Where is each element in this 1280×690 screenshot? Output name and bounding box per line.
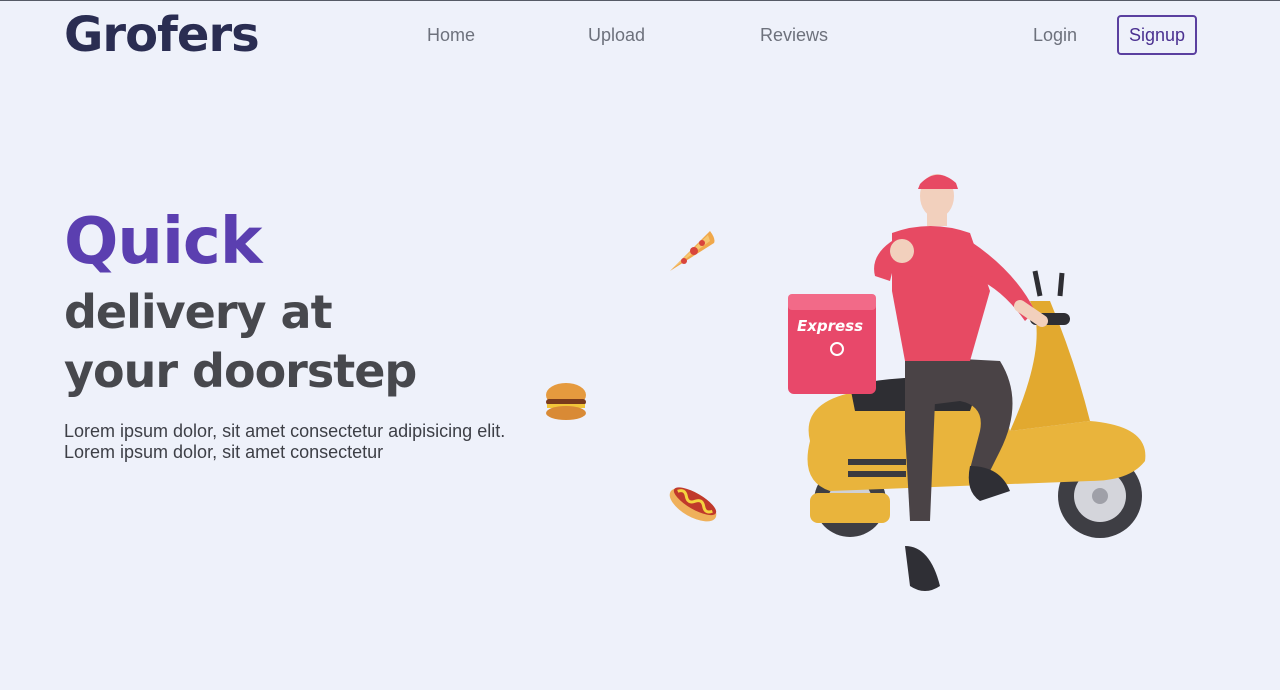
hero-title-line1: delivery at [64, 285, 333, 339]
hero-illustration: Express [546, 174, 1146, 591]
signup-button[interactable]: Signup [1117, 15, 1197, 55]
delivery-scooter-illustration: Express [788, 174, 1146, 591]
hero-description-line2: Lorem ipsum dolor, sit amet consectetur [64, 442, 384, 462]
hero-highlight: Quick [64, 205, 262, 279]
hero-description: Lorem ipsum dolor, sit amet consectetur … [64, 421, 505, 463]
hero-description-line1: Lorem ipsum dolor, sit amet consectetur … [64, 421, 506, 441]
login-link[interactable]: Login [1033, 25, 1077, 46]
nav-upload[interactable]: Upload [588, 25, 645, 46]
brand-logo[interactable]: Grofers [64, 7, 260, 63]
nav-reviews[interactable]: Reviews [760, 25, 828, 46]
box-label: Express [797, 317, 863, 335]
hero-title-line2: your doorstep [64, 344, 417, 398]
hotdog-icon [669, 487, 717, 522]
burger-icon [546, 383, 586, 420]
pizza-icon [670, 231, 715, 271]
nav-home[interactable]: Home [427, 25, 475, 46]
